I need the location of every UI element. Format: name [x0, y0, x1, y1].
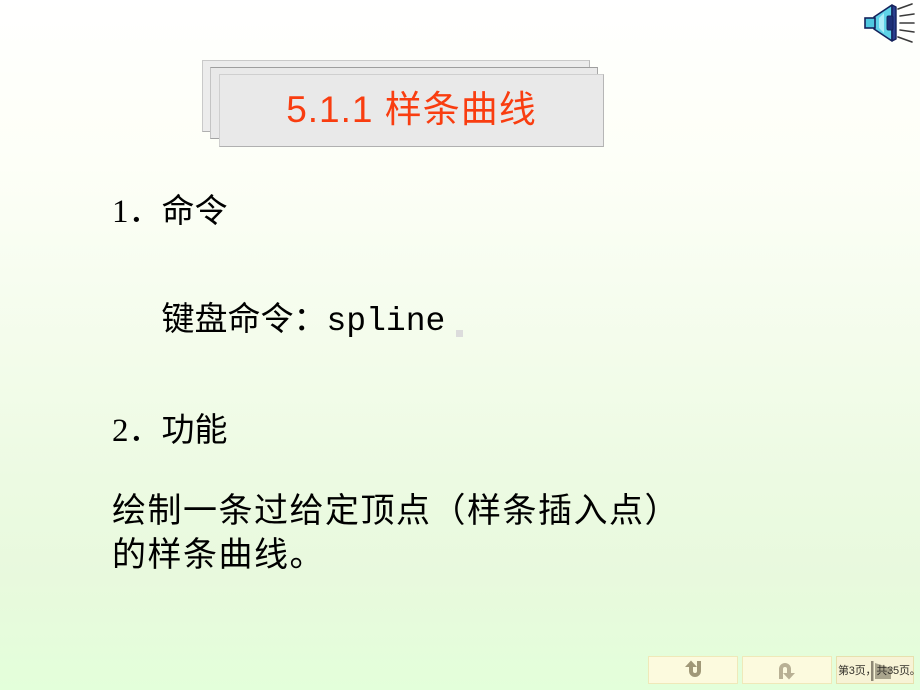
page-indicator-label: 第3页，共35页。 [838, 665, 920, 677]
function-heading: 2．功能 [112, 413, 228, 449]
slide-canvas: 5.1.1 样条曲线 1．命令 键盘命令：spline 2．功能 绘制一条过给定… [0, 0, 920, 690]
function-description: 绘制一条过给定顶点（样条插入点） 的样条曲线。 [112, 493, 680, 574]
previous-slide-button[interactable] [648, 656, 738, 684]
stray-marker-square [456, 330, 463, 337]
page-title: 5.1.1 样条曲线 [286, 88, 537, 130]
slide-title-block: 5.1.1 样条曲线 [202, 60, 604, 152]
keyboard-command-label: 键盘命令： [161, 302, 327, 338]
slide-body: 1．命令 键盘命令：spline 2．功能 绘制一条过给定顶点（样条插入点） 的… [112, 196, 902, 577]
next-slide-button[interactable] [742, 656, 832, 684]
keyboard-command-value: spline [326, 303, 446, 340]
page-indicator: 第3页，共35页。 [836, 656, 920, 684]
speaker-icon[interactable] [862, 1, 916, 45]
command-heading: 1．命令 [112, 194, 228, 230]
u-turn-up-arrow-icon [682, 660, 704, 680]
keyboard-command-line: 键盘命令：spline [112, 271, 902, 371]
slide-navigation-bar: 第3页，共35页。 [648, 656, 920, 684]
u-turn-down-arrow-icon [776, 660, 798, 680]
title-box: 5.1.1 样条曲线 [219, 74, 604, 147]
